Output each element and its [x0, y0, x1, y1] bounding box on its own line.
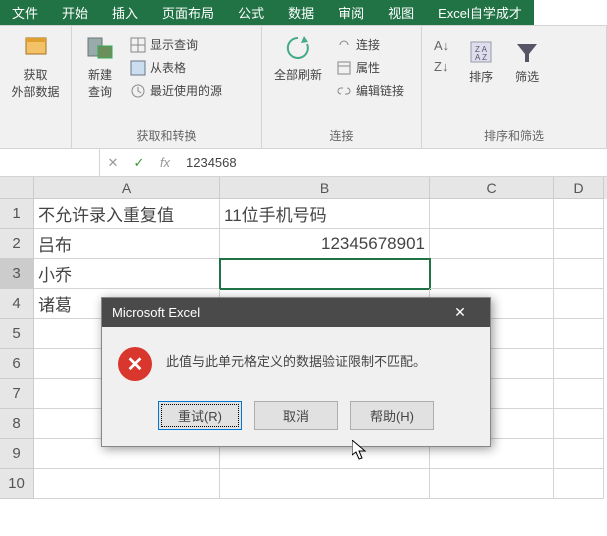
link-icon: [336, 37, 352, 53]
cancel-button[interactable]: 取消: [254, 401, 338, 430]
group-label-sort: 排序和筛选: [430, 125, 598, 146]
cell[interactable]: [554, 349, 604, 379]
cell[interactable]: [220, 469, 430, 499]
row-header[interactable]: 9: [0, 439, 34, 469]
tab-home[interactable]: 开始: [50, 0, 100, 25]
select-all-corner[interactable]: [0, 177, 34, 199]
sort-button[interactable]: Z AA Z 排序: [463, 36, 499, 87]
row-header[interactable]: 6: [0, 349, 34, 379]
database-icon: [20, 32, 52, 64]
col-header-b[interactable]: B: [220, 177, 430, 199]
tab-insert[interactable]: 插入: [100, 0, 150, 25]
row-header[interactable]: 2: [0, 229, 34, 259]
row-header[interactable]: 3: [0, 259, 34, 289]
cell-a3[interactable]: 小乔: [34, 259, 220, 289]
row-header[interactable]: 10: [0, 469, 34, 499]
help-button[interactable]: 帮助(H): [350, 401, 434, 430]
cell[interactable]: [554, 319, 604, 349]
grid-icon: [130, 37, 146, 53]
cell[interactable]: [554, 379, 604, 409]
cell[interactable]: [554, 409, 604, 439]
sort-az-button[interactable]: A↓: [430, 36, 453, 55]
dialog-message: 此值与此单元格定义的数据验证限制不匹配。: [166, 347, 426, 370]
funnel-icon: [513, 38, 541, 66]
sort-icon: Z AA Z: [467, 38, 495, 66]
col-header-c[interactable]: C: [430, 177, 554, 199]
row-header[interactable]: 7: [0, 379, 34, 409]
edit-links-button[interactable]: 编辑链接: [332, 80, 408, 101]
cell-d2[interactable]: [554, 229, 604, 259]
group-label-connections: 连接: [270, 125, 413, 146]
cancel-formula-button[interactable]: ✕: [100, 155, 126, 171]
tab-help[interactable]: Excel自学成才: [426, 0, 534, 25]
show-queries-button[interactable]: 显示查询: [126, 34, 226, 55]
cell[interactable]: [554, 469, 604, 499]
row-header[interactable]: 5: [0, 319, 34, 349]
recent-sources-button[interactable]: 最近使用的源: [126, 80, 226, 101]
cell-c1[interactable]: [430, 199, 554, 229]
cell-b1[interactable]: 11位手机号码: [220, 199, 430, 229]
error-icon: ✕: [118, 347, 152, 381]
svg-text:A Z: A Z: [475, 53, 487, 62]
dialog-title-text: Microsoft Excel: [112, 305, 200, 320]
recent-icon: [130, 83, 146, 99]
ribbon: 获取 外部数据 新建 查询 显示查询 从表格 最近使用的源 获取和转换 全部刷新…: [0, 26, 607, 149]
ribbon-tabs: 文件 开始 插入 页面布局 公式 数据 审阅 视图 Excel自学成才: [0, 0, 607, 26]
close-icon[interactable]: ✕: [440, 304, 480, 321]
error-dialog: Microsoft Excel ✕ ✕ 此值与此单元格定义的数据验证限制不匹配。…: [101, 297, 491, 447]
chain-icon: [336, 83, 352, 99]
col-header-a[interactable]: A: [34, 177, 220, 199]
row-header[interactable]: 8: [0, 409, 34, 439]
tab-layout[interactable]: 页面布局: [150, 0, 226, 25]
formula-bar: ✕ ✓ fx 1234568: [0, 149, 607, 177]
cell-c2[interactable]: [430, 229, 554, 259]
properties-icon: [336, 60, 352, 76]
cell-d1[interactable]: [554, 199, 604, 229]
cell[interactable]: [430, 469, 554, 499]
row-header[interactable]: 4: [0, 289, 34, 319]
new-query-label: 新建 查询: [88, 66, 112, 100]
cell[interactable]: [554, 439, 604, 469]
from-table-button[interactable]: 从表格: [126, 57, 226, 78]
new-query-button[interactable]: 新建 查询: [80, 30, 120, 102]
row-header[interactable]: 1: [0, 199, 34, 229]
get-external-data-label: 获取 外部数据: [12, 66, 60, 100]
retry-button[interactable]: 重试(R): [158, 401, 242, 430]
tab-view[interactable]: 视图: [376, 0, 426, 25]
tab-review[interactable]: 审阅: [326, 0, 376, 25]
connections-button[interactable]: 连接: [332, 34, 408, 55]
accept-formula-button[interactable]: ✓: [126, 155, 152, 171]
sort-za-icon: Z↓: [434, 59, 448, 74]
properties-button[interactable]: 属性: [332, 57, 408, 78]
group-label: [8, 142, 63, 146]
cell-a1[interactable]: 不允许录入重复值: [34, 199, 220, 229]
filter-button[interactable]: 筛选: [509, 36, 545, 87]
sort-az-icon: A↓: [434, 38, 449, 53]
query-icon: [84, 32, 116, 64]
sort-za-button[interactable]: Z↓: [430, 57, 453, 76]
cell-d4[interactable]: [554, 289, 604, 319]
cell[interactable]: [34, 469, 220, 499]
refresh-all-label: 全部刷新: [274, 66, 322, 83]
tab-data[interactable]: 数据: [276, 0, 326, 25]
cell-a2[interactable]: 吕布: [34, 229, 220, 259]
tab-formula[interactable]: 公式: [226, 0, 276, 25]
name-box[interactable]: [0, 149, 100, 176]
refresh-all-button[interactable]: 全部刷新: [270, 30, 326, 101]
group-label-transform: 获取和转换: [80, 125, 253, 146]
cell-b3-active[interactable]: [220, 259, 430, 289]
cell-b2[interactable]: 12345678901: [220, 229, 430, 259]
cell-d3[interactable]: [554, 259, 604, 289]
refresh-icon: [282, 32, 314, 64]
col-header-d[interactable]: D: [554, 177, 604, 199]
fx-button[interactable]: fx: [152, 155, 178, 170]
tab-file[interactable]: 文件: [0, 0, 50, 25]
get-external-data-button[interactable]: 获取 外部数据: [8, 30, 63, 102]
table-icon: [130, 60, 146, 76]
cell-c3[interactable]: [430, 259, 554, 289]
formula-input[interactable]: 1234568: [178, 155, 607, 170]
